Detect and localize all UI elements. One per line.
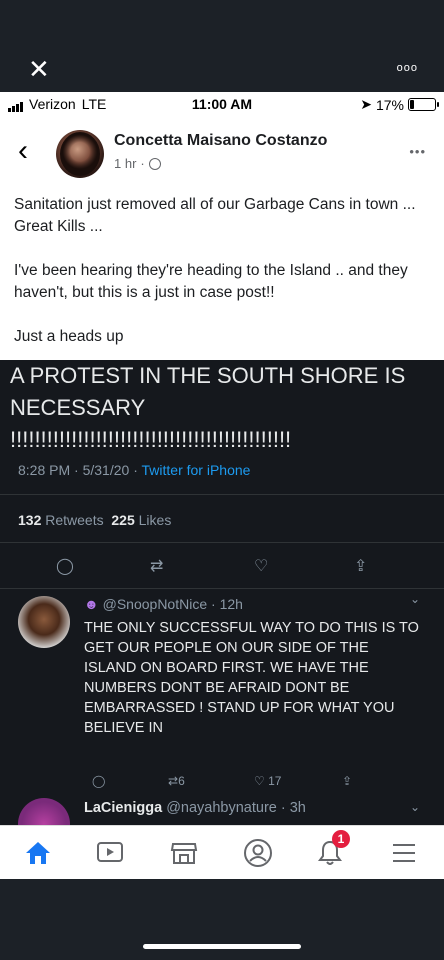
globe-icon	[148, 157, 161, 170]
back-icon[interactable]: ‹	[18, 136, 28, 166]
reply2-name: LaCienigga	[84, 800, 163, 816]
post-paragraph: Just a heads up	[14, 328, 124, 345]
devil-emoji-icon: ☻	[84, 596, 99, 612]
home-icon[interactable]	[20, 836, 56, 870]
meta-separator: ·	[140, 156, 145, 171]
post-paragraph: Sanitation just removed all of our Garba…	[14, 196, 416, 235]
share-icon: ⇪	[354, 558, 368, 575]
reply-icon: ◯	[56, 558, 74, 575]
reply-handle-line: ☻ @SnoopNotNice · 12h	[84, 596, 243, 612]
location-icon: ➤	[360, 96, 372, 112]
share-icon: ⇪	[342, 774, 353, 788]
marketplace-icon[interactable]	[166, 836, 202, 870]
reply-icon: ◯	[92, 774, 106, 788]
heart-icon: ♡ 17	[254, 774, 282, 788]
tweet-text: A PROTEST IN THE SOUTH SHORE IS NECESSAR…	[10, 363, 406, 452]
notifications-icon[interactable]: 1	[312, 830, 350, 870]
reply-avatar	[18, 596, 70, 648]
tweet-meta: 8:28 PM · 5/31/20 · Twitter for iPhone	[18, 462, 251, 478]
post-body: Sanitation just removed all of our Garba…	[14, 194, 430, 370]
reply2-header: LaCienigga @nayahbynature · 3h	[84, 800, 306, 816]
close-icon[interactable]: ✕	[28, 56, 50, 82]
post-time: 1 hr	[114, 156, 137, 171]
battery-percent: 17%	[375, 96, 404, 113]
reply2-handle: @nayahbynature	[166, 800, 277, 816]
chevron-down-icon: ⌄	[409, 800, 420, 814]
reply2-avatar	[18, 798, 70, 825]
menu-icon[interactable]	[386, 836, 422, 870]
author-name[interactable]: Concetta Maisano Costanzo	[114, 132, 327, 150]
tweet-stats: 132 Retweets 225 Likes	[18, 512, 171, 528]
battery-fill	[410, 100, 414, 109]
screenshot-frame: Verizon LTE 11:00 AM ➤ 17% ‹ Concetta Ma…	[0, 92, 444, 879]
reply2-age: 3h	[289, 800, 306, 816]
status-bar: Verizon LTE 11:00 AM ➤ 17%	[0, 92, 444, 116]
post-paragraph: I've been hearing they're heading to the…	[14, 262, 408, 301]
watch-icon[interactable]	[92, 836, 128, 870]
retweets-label: Retweets	[45, 512, 104, 528]
avatar[interactable]	[56, 130, 104, 178]
post-header: ‹ Concetta Maisano Costanzo 1 hr · •••	[0, 124, 444, 184]
reply-text: THE ONLY SUCCESSFUL WAY TO DO THIS IS TO…	[84, 620, 419, 736]
retweet-icon: ⇄6	[168, 774, 185, 788]
reply-age: 12h	[219, 596, 243, 612]
tweet-image[interactable]: A PROTEST IN THE SOUTH SHORE IS NECESSAR…	[0, 360, 444, 825]
home-indicator[interactable]	[143, 944, 301, 949]
chevron-down-icon: ⌄	[409, 592, 420, 606]
retweet-icon: ⇄	[150, 558, 164, 575]
like-count: 225	[111, 512, 135, 528]
reply-handle: @SnoopNotNice	[102, 596, 208, 612]
viewer-more-button[interactable]: ooo	[397, 62, 418, 74]
retweet-count: 132	[18, 512, 42, 528]
profile-icon[interactable]	[240, 836, 276, 870]
heart-icon: ♡	[254, 558, 269, 575]
tweet-time: 8:28 PM	[18, 462, 71, 478]
notification-badge: 1	[332, 830, 350, 848]
reply-retweet-count: 6	[178, 774, 185, 788]
post-meta: 1 hr ·	[114, 156, 161, 171]
bottom-nav: 1	[0, 825, 444, 879]
likes-label: Likes	[138, 512, 172, 528]
tweet-source: Twitter for iPhone	[141, 462, 251, 478]
post-more-button[interactable]: •••	[409, 144, 426, 159]
reply-like-count: 17	[268, 774, 282, 788]
photo-viewer-bar: ✕ ooo	[0, 0, 444, 92]
battery-icon	[408, 98, 439, 111]
tweet-date: 5/31/20	[82, 462, 130, 478]
